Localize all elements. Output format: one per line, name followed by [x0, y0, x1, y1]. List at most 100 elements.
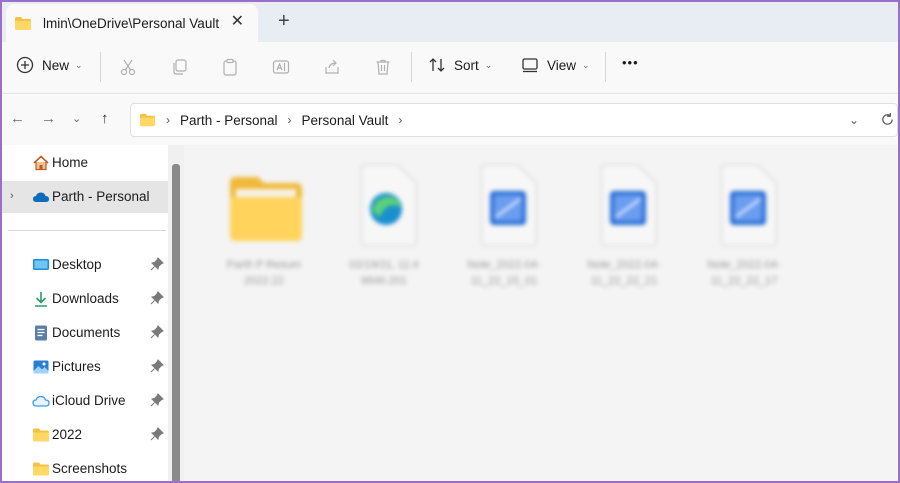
- tab-personal-vault[interactable]: lmin\OneDrive\Personal Vault ✕: [6, 4, 258, 42]
- sidebar-item-icloud-drive[interactable]: iCloud Drive: [2, 385, 168, 417]
- divider: [411, 52, 412, 82]
- back-arrow-icon[interactable]: ←: [10, 111, 25, 127]
- sidebar-item-home[interactable]: Home: [2, 147, 168, 179]
- sidebar-item-screenshots[interactable]: Screenshots: [2, 453, 168, 481]
- file-name: Note_2022-04- 11_22_15_01: [444, 257, 564, 289]
- rename-button[interactable]: [269, 55, 293, 79]
- sidebar-item-2022[interactable]: 2022: [2, 419, 168, 451]
- view-button[interactable]: View ⌄: [521, 56, 590, 74]
- sidebar-item-documents[interactable]: Documents: [2, 317, 168, 349]
- pin-icon[interactable]: [150, 427, 164, 441]
- forward-arrow-icon[interactable]: →: [41, 111, 56, 127]
- file-name: Note_2022-04- 11_22_22_17: [684, 257, 804, 289]
- share-icon: [325, 59, 339, 74]
- share-button[interactable]: [320, 55, 344, 79]
- chevron-right-icon: ›: [287, 113, 292, 127]
- home-icon: [33, 155, 49, 171]
- copy-icon: [173, 59, 187, 75]
- sort-icon: [429, 58, 445, 72]
- pin-icon[interactable]: [150, 291, 164, 305]
- pin-icon[interactable]: [150, 359, 164, 373]
- file-item-note-1[interactable]: Note_2022-04- 11_22_15_01: [444, 145, 554, 295]
- folder-icon: [140, 113, 155, 127]
- new-tab-button[interactable]: +: [278, 10, 290, 32]
- copy-button[interactable]: [168, 55, 192, 79]
- sidebar-scrollbar-thumb[interactable]: [172, 164, 180, 481]
- chevron-right-icon: ›: [398, 113, 403, 127]
- folder-icon: [33, 462, 49, 476]
- file-name-line: 02/19/21, 11:4: [349, 259, 419, 271]
- sort-button[interactable]: Sort ⌄: [428, 56, 492, 74]
- icloud-icon: [32, 395, 50, 407]
- pin-icon[interactable]: [150, 257, 164, 271]
- divider: [605, 52, 606, 82]
- navigation-row: ← → ⌄ ↑ › Parth - Personal › Personal Va…: [2, 95, 898, 145]
- address-history-chevron-icon[interactable]: ⌄: [849, 113, 859, 127]
- download-icon: [35, 292, 47, 307]
- more-options-button[interactable]: •••: [622, 55, 639, 70]
- file-name-line: Note_2022-04-: [707, 259, 781, 271]
- view-label: View: [547, 57, 577, 73]
- explorer-window: lmin\OneDrive\Personal Vault ✕ + New ⌄ S…: [0, 0, 900, 483]
- file-item-note-3[interactable]: Note_2022-04- 11_22_22_17: [684, 145, 794, 295]
- chevron-right-icon[interactable]: ›: [10, 190, 14, 202]
- file-name-line: Note_2022-04-: [587, 259, 661, 271]
- address-bar[interactable]: › Parth - Personal › Personal Vault › ⌄: [130, 103, 898, 137]
- cut-button[interactable]: [116, 55, 140, 79]
- file-item-edge-document[interactable]: 02/19/21, 11:4 9846.201: [324, 145, 434, 295]
- up-arrow-icon[interactable]: ↑: [101, 111, 109, 127]
- sidebar-item-downloads[interactable]: Downloads: [2, 283, 168, 315]
- onedrive-cloud-icon: [33, 192, 49, 202]
- sidebar-item-label: Downloads: [52, 291, 119, 306]
- file-item-note-2[interactable]: Note_2022-04- 11_22_22_21: [564, 145, 674, 295]
- sidebar-item-parth-personal[interactable]: › Parth - Personal: [2, 181, 168, 213]
- sidebar-item-label: Home: [52, 155, 89, 170]
- sidebar-item-label: 2022: [52, 427, 83, 442]
- file-name-line: 11_22_22_17: [710, 275, 778, 287]
- refresh-icon[interactable]: [880, 112, 895, 127]
- folder-icon: [230, 177, 302, 241]
- breadcrumb-personal-vault[interactable]: Personal Vault: [302, 113, 389, 128]
- plus-circle-icon: [16, 56, 34, 74]
- pictures-icon: [33, 360, 49, 374]
- file-list: Parth P Resum 2022.22 02/19/21, 11:4 984…: [184, 145, 898, 481]
- pin-icon[interactable]: [150, 393, 164, 407]
- navigation-pane: Home › Parth - Personal Desktop Download…: [2, 145, 168, 481]
- file-name-line: Parth P Resum: [226, 259, 302, 271]
- file-name-line: 11_22_22_21: [590, 275, 658, 287]
- sidebar-item-label: iCloud Drive: [52, 393, 126, 408]
- sidebar-item-label: Screenshots: [52, 461, 128, 476]
- image-file-icon: [601, 164, 657, 246]
- chevron-down-icon: ⌄: [582, 59, 590, 70]
- folder-icon: [33, 428, 49, 442]
- image-file-icon: [721, 164, 777, 246]
- file-name-line: Note_2022-04-: [467, 259, 541, 271]
- chevron-right-icon: ›: [166, 113, 170, 127]
- sort-label: Sort: [454, 57, 479, 73]
- sidebar-item-desktop[interactable]: Desktop: [2, 249, 168, 281]
- folder-icon: [15, 16, 31, 30]
- close-tab-icon[interactable]: ✕: [231, 13, 244, 31]
- chevron-down-icon: ⌄: [484, 59, 493, 70]
- sidebar-divider: [8, 230, 166, 231]
- pin-icon[interactable]: [150, 325, 164, 339]
- new-label: New: [42, 57, 70, 73]
- delete-button[interactable]: [371, 55, 395, 79]
- trash-icon: [376, 59, 390, 75]
- tab-title: lmin\OneDrive\Personal Vault: [43, 15, 220, 31]
- file-item-folder[interactable]: Parth P Resum 2022.22: [204, 145, 314, 295]
- paste-button[interactable]: [218, 55, 242, 79]
- divider: [100, 52, 101, 82]
- sidebar-item-pictures[interactable]: Pictures: [2, 351, 168, 383]
- recent-locations-chevron-icon[interactable]: ⌄: [72, 111, 81, 127]
- file-name-line: 2022.22: [244, 275, 284, 287]
- file-name: Parth P Resum 2022.22: [204, 257, 324, 289]
- command-bar: New ⌄ Sort ⌄ View ⌄ •••: [2, 42, 898, 94]
- breadcrumb-parth-personal[interactable]: Parth - Personal: [180, 113, 278, 128]
- edge-file-icon: [361, 164, 417, 246]
- desktop-icon: [33, 259, 49, 270]
- file-name-line: 11_22_15_01: [470, 275, 538, 287]
- new-button[interactable]: New ⌄: [16, 56, 83, 74]
- file-name-line: 9846.201: [361, 275, 407, 287]
- image-file-icon: [481, 164, 537, 246]
